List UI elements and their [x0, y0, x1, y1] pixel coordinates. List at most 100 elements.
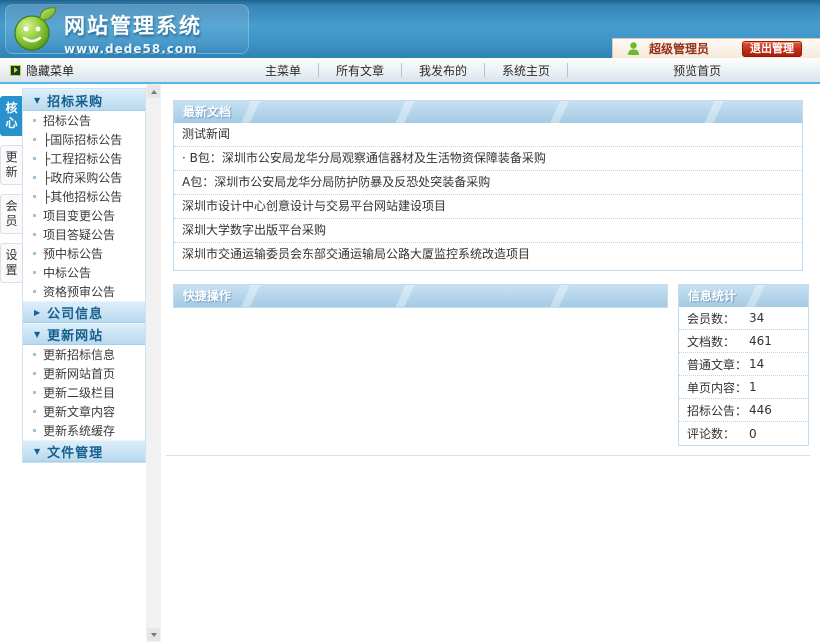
- app-title: 网站管理系统: [64, 10, 202, 40]
- menu-item-label: 更新二级栏目: [43, 384, 115, 401]
- stat-label: 会员数：: [687, 310, 749, 327]
- stat-row: 评论数： 0: [679, 422, 808, 445]
- menu-section-company-info[interactable]: ▶ 公司信息: [23, 301, 145, 323]
- stat-label: 单页内容：: [687, 379, 749, 396]
- doc-list-item[interactable]: · B包：深圳市公安局龙华分局观察通信器材及生活物资保障装备采购: [174, 147, 802, 171]
- navbar-menu: 主菜单 所有文章 我发布的 系统主页 预览首页: [248, 58, 738, 82]
- menu-section-bidding[interactable]: ▼ 招标采购: [23, 89, 145, 111]
- stat-label: 评论数：: [687, 425, 749, 442]
- bullet-icon: [33, 372, 36, 375]
- hide-menu-toggle[interactable]: 隐藏菜单: [10, 62, 74, 79]
- bullet-icon: [33, 290, 36, 293]
- menu-section-file-management[interactable]: ▼ 文件管理: [23, 440, 145, 462]
- menu-item[interactable]: 资格预审公告: [23, 282, 145, 301]
- scroll-up-arrow-icon[interactable]: [147, 85, 160, 98]
- sidebar-scrollbar[interactable]: [146, 84, 161, 642]
- menu-item[interactable]: 更新招标信息: [23, 345, 145, 364]
- sidebar-menu: ▼ 招标采购 招标公告 ├国际招标公告 ├工程招标公告 ├政府采购公告 ├其他招…: [22, 88, 146, 463]
- menu-section-update-site[interactable]: ▼ 更新网站: [23, 323, 145, 345]
- menu-item-label: 中标公告: [43, 264, 91, 281]
- hide-menu-label: 隐藏菜单: [26, 62, 74, 79]
- brand-block: 网站管理系统 www.dede58.com: [64, 10, 202, 56]
- chevron-right-icon: ▶: [34, 308, 40, 317]
- menu-item[interactable]: 更新系统缓存: [23, 421, 145, 440]
- scroll-down-arrow-icon[interactable]: [147, 628, 160, 641]
- bullet-icon: [33, 157, 36, 160]
- nav-item-all-articles[interactable]: 所有文章: [319, 62, 401, 79]
- bullet-icon: [33, 138, 36, 141]
- nav-item-system-home[interactable]: 系统主页: [485, 62, 567, 79]
- top-navbar: 隐藏菜单 主菜单 所有文章 我发布的 系统主页 预览首页: [0, 58, 820, 84]
- menu-item-label: 更新网站首页: [43, 365, 115, 382]
- menu-item-label: 资格预审公告: [43, 283, 115, 300]
- content-bottom-divider: [166, 455, 810, 456]
- menu-item[interactable]: 预中标公告: [23, 244, 145, 263]
- menu-item-label: 项目变更公告: [43, 207, 115, 224]
- stat-value: 461: [749, 334, 772, 348]
- sidebar-tab-update[interactable]: 更新: [0, 145, 22, 185]
- nav-item-my-posts[interactable]: 我发布的: [402, 62, 484, 79]
- nav-item-preview-home[interactable]: 预览首页: [656, 62, 738, 79]
- menu-item-label: 项目答疑公告: [43, 226, 115, 243]
- latest-docs-list: 测试新闻 · B包：深圳市公安局龙华分局观察通信器材及生活物资保障装备采购 A包…: [174, 123, 802, 270]
- stat-row: 会员数： 34: [679, 307, 808, 330]
- latest-docs-header: 最新文档: [174, 101, 802, 123]
- menu-item[interactable]: ├国际招标公告: [23, 130, 145, 149]
- bullet-icon: [33, 195, 36, 198]
- menu-section-title: 更新网站: [47, 325, 103, 344]
- hide-menu-icon: [10, 65, 21, 76]
- bullet-icon: [33, 119, 36, 122]
- stat-value: 34: [749, 311, 764, 325]
- menu-item[interactable]: 项目变更公告: [23, 206, 145, 225]
- menu-section-title: 文件管理: [47, 442, 103, 461]
- menu-item[interactable]: ├政府采购公告: [23, 168, 145, 187]
- latest-docs-panel: 最新文档 测试新闻 · B包：深圳市公安局龙华分局观察通信器材及生活物资保障装备…: [173, 100, 803, 271]
- sidebar-tab-members[interactable]: 会员: [0, 194, 22, 234]
- stat-value: 446: [749, 403, 772, 417]
- stat-label: 普通文章：: [687, 356, 749, 373]
- menu-item[interactable]: 中标公告: [23, 263, 145, 282]
- stats-header: 信息统计: [679, 285, 808, 307]
- menu-item-label: ├工程招标公告: [43, 150, 122, 167]
- stat-label: 文档数：: [687, 333, 749, 350]
- menu-item[interactable]: ├工程招标公告: [23, 149, 145, 168]
- stats-panel: 信息统计 会员数： 34 文档数： 461 普通文章： 14 单页内容： 1 招…: [678, 284, 809, 446]
- menu-item[interactable]: 更新二级栏目: [23, 383, 145, 402]
- chevron-down-icon: ▼: [34, 447, 40, 456]
- menu-item[interactable]: 项目答疑公告: [23, 225, 145, 244]
- stat-row: 普通文章： 14: [679, 353, 808, 376]
- menu-item-label: 预中标公告: [43, 245, 103, 262]
- menu-section-title: 公司信息: [47, 303, 103, 322]
- sidebar-tab-settings[interactable]: 设置: [0, 243, 22, 283]
- quick-actions-panel: 快捷操作: [173, 284, 668, 308]
- menu-item[interactable]: 招标公告: [23, 111, 145, 130]
- stat-row: 招标公告： 446: [679, 399, 808, 422]
- nav-item-main-menu[interactable]: 主菜单: [248, 62, 318, 79]
- logged-in-user-name: 超级管理员: [649, 40, 709, 57]
- doc-list-item[interactable]: 测试新闻: [174, 123, 802, 147]
- stat-label: 招标公告：: [687, 402, 749, 419]
- chevron-down-icon: ▼: [34, 330, 40, 339]
- bullet-icon: [33, 176, 36, 179]
- doc-list-item[interactable]: A包：深圳市公安局龙华分局防护防暴及反恐处突装备采购: [174, 171, 802, 195]
- bullet-icon: [33, 252, 36, 255]
- menu-item[interactable]: ├其他招标公告: [23, 187, 145, 206]
- smiley-leaf-logo: [10, 5, 58, 55]
- sidebar-tab-core[interactable]: 核心: [0, 96, 22, 136]
- logout-button[interactable]: 退出管理: [742, 41, 802, 57]
- menu-item[interactable]: 更新文章内容: [23, 402, 145, 421]
- stat-row: 文档数： 461: [679, 330, 808, 353]
- bullet-icon: [33, 410, 36, 413]
- stat-value: 14: [749, 357, 764, 371]
- sidebar-tabs: 核心 更新 会员 设置: [0, 96, 22, 283]
- menu-item-label: 招标公告: [43, 112, 91, 129]
- menu-item-label: 更新招标信息: [43, 346, 115, 363]
- menu-item[interactable]: 更新网站首页: [23, 364, 145, 383]
- bullet-icon: [33, 271, 36, 274]
- doc-list-item[interactable]: 深圳市交通运输委员会东部交通运输局公路大厦监控系统改造项目: [174, 243, 802, 267]
- chevron-down-icon: ▼: [34, 96, 40, 105]
- doc-list-item[interactable]: 深圳市设计中心创意设计与交易平台网站建设项目: [174, 195, 802, 219]
- app-subtitle: www.dede58.com: [64, 42, 202, 56]
- doc-list-item[interactable]: 深圳大学数字出版平台采购: [174, 219, 802, 243]
- bullet-icon: [33, 353, 36, 356]
